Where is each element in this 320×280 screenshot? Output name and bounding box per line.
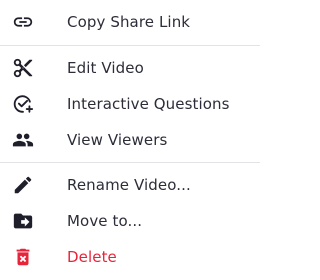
menu-item-label: Interactive Questions	[67, 95, 230, 113]
menu-item-view-viewers[interactable]: View Viewers	[0, 122, 260, 158]
menu-item-label: Delete	[67, 248, 117, 266]
link-icon	[12, 11, 34, 33]
trash-icon	[12, 246, 34, 268]
menu-item-label: Rename Video...	[67, 176, 191, 194]
folder-move-icon	[12, 210, 34, 232]
menu-item-delete[interactable]: Delete	[0, 239, 260, 275]
pencil-icon	[12, 174, 34, 196]
menu-item-label: View Viewers	[67, 131, 168, 149]
menu-item-interactive-questions[interactable]: Interactive Questions	[0, 86, 260, 122]
people-icon	[12, 129, 34, 151]
menu-item-label: Edit Video	[67, 59, 144, 77]
divider	[0, 45, 260, 46]
menu-item-label: Copy Share Link	[67, 13, 191, 31]
menu-item-rename-video[interactable]: Rename Video...	[0, 167, 260, 203]
context-menu: Copy Share Link Edit Video Interactive Q…	[0, 0, 260, 280]
menu-item-copy-share-link[interactable]: Copy Share Link	[0, 4, 260, 40]
divider	[0, 162, 260, 163]
scissors-icon	[12, 57, 34, 79]
check-circle-plus-icon	[12, 93, 34, 115]
menu-item-move-to[interactable]: Move to...	[0, 203, 260, 239]
menu-item-label: Move to...	[67, 212, 143, 230]
menu-item-edit-video[interactable]: Edit Video	[0, 50, 260, 86]
